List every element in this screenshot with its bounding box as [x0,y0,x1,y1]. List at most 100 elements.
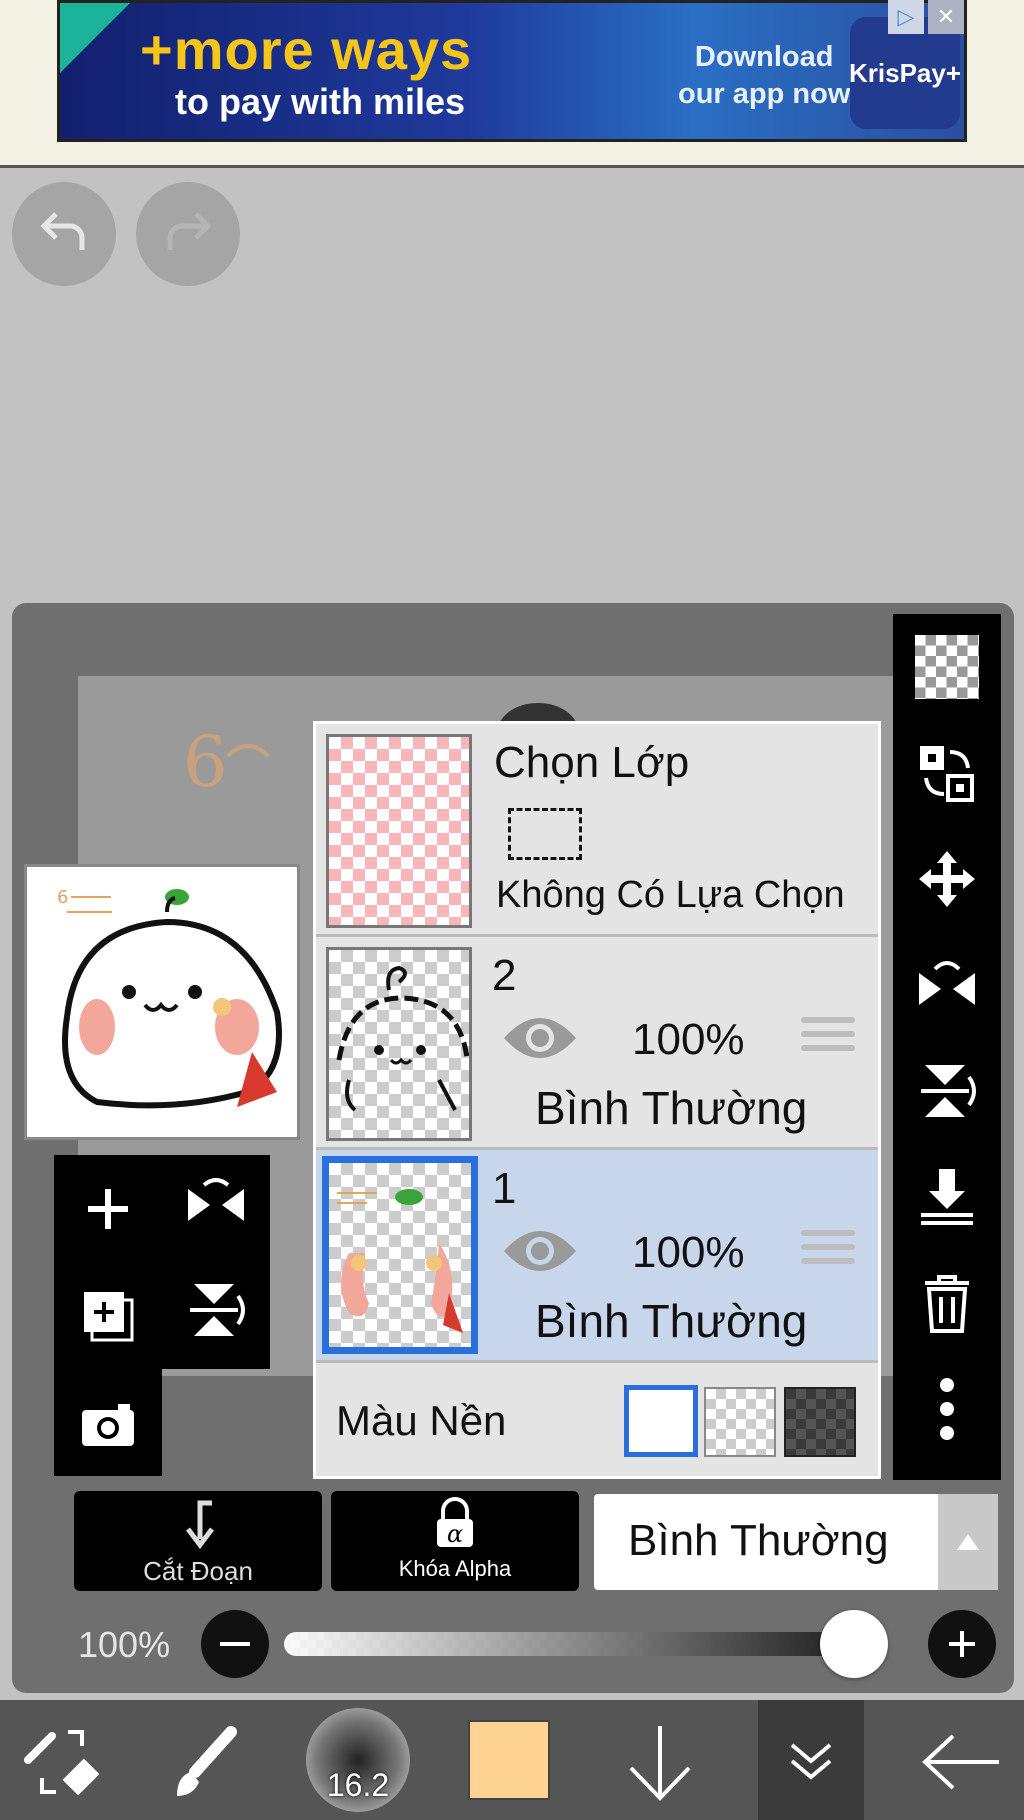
layer-row-selected[interactable]: 1 100% Bình Thường [316,1150,878,1360]
flip-horizontal-icon [188,1178,244,1221]
swap-layers-button[interactable] [893,720,1001,826]
tool-switch-button[interactable] [20,1720,104,1804]
plus-icon [949,1631,975,1657]
flip-tools-column [162,1155,270,1369]
flip-horizontal-layer-button[interactable] [893,932,1001,1038]
brush-eraser-swap-icon [24,1730,100,1796]
svg-text:α: α [447,1520,463,1548]
delete-layer-button[interactable] [893,1250,1001,1356]
brush-tool-button[interactable] [160,1720,250,1804]
ad-banner[interactable]: +more ways to pay with miles Download ou… [57,0,967,142]
merge-down-button[interactable] [893,1144,1001,1250]
layer-thumbnail [326,947,472,1141]
brush-icon [177,1726,237,1796]
clipping-label: Cắt Đoạn [143,1556,253,1586]
selection-layer-thumbnail [326,734,472,928]
more-options-button[interactable] [893,1356,1001,1462]
background-color-row: Màu Nền [316,1363,878,1476]
right-toolbar [893,614,1001,1480]
ad-info-icon[interactable]: ▷ [888,0,924,34]
arrow-left-icon [922,1734,999,1790]
triangle-up-icon [957,1534,979,1550]
alpha-lock-button[interactable]: α Khóa Alpha [331,1491,579,1591]
svg-text:6: 6 [57,887,68,908]
blend-mode-dropdown-button[interactable] [938,1494,998,1590]
double-chevron-down-icon [790,1743,832,1780]
camera-button[interactable] [54,1369,162,1476]
opacity-slider-thumb[interactable] [820,1610,888,1678]
background-white-option[interactable] [624,1385,698,1457]
move-icon [919,851,975,907]
eye-icon [504,1018,576,1058]
layer-name: 1 [492,1164,517,1213]
background-transparent-option[interactable] [704,1387,776,1457]
copy-layer-icon [84,1291,134,1341]
ad-headline: +more ways [140,18,473,81]
drag-handle-icon[interactable] [801,1017,855,1061]
alpha-lock-label: Khóa Alpha [398,1556,512,1581]
flip-vertical-button[interactable] [184,1280,248,1354]
layer-name: 2 [492,951,517,1000]
selection-marquee-icon [508,808,582,860]
opacity-increase-button[interactable] [928,1610,996,1678]
add-layer-copy-button[interactable] [54,1262,162,1369]
layer-opacity: 100% [632,1015,745,1064]
minus-icon [220,1642,250,1646]
move-button[interactable] [893,826,1001,932]
brush-size-value: 16.2 [326,1767,390,1803]
layer-blend-mode: Bình Thường [535,1082,808,1134]
ad-close-icon[interactable]: ✕ [928,0,964,34]
redo-button[interactable] [136,182,240,286]
opacity-value: 100% [78,1624,171,1665]
layer-row[interactable]: 2 100% Bình Thường [316,937,878,1147]
flip-vertical-icon [190,1284,245,1336]
color-swatch-button[interactable] [468,1720,550,1800]
background-dark-option[interactable] [784,1387,856,1457]
swap-icon [920,746,974,802]
merge-down-icon [921,1169,973,1225]
layer-opacity: 100% [632,1228,745,1277]
layer-thumbnail [322,1156,478,1354]
visibility-toggle[interactable] [502,1226,578,1281]
camera-icon [82,1403,134,1446]
layer-blend-mode: Bình Thường [535,1295,808,1347]
undo-icon [40,212,85,250]
trash-icon [925,1275,969,1333]
undo-button[interactable] [12,182,116,286]
back-button[interactable] [916,1720,1006,1804]
blend-mode-select[interactable]: Bình Thường [594,1494,998,1590]
transparency-button[interactable] [893,614,1001,720]
opacity-slider-track[interactable] [284,1632,888,1656]
eye-icon [504,1231,576,1271]
ad-bar: +more ways to pay with miles Download ou… [0,0,1024,168]
ad-download-text: Download our app now [678,41,851,110]
clipping-arrow-icon [186,1500,214,1550]
clipping-button[interactable]: Cắt Đoạn [74,1491,322,1591]
visibility-toggle[interactable] [502,1013,578,1068]
selection-layer-row[interactable]: Chọn Lớp Không Có Lựa Chọn [316,724,878,934]
layer-down-button[interactable] [618,1720,702,1804]
checkerboard-icon [915,635,979,699]
add-layer-button[interactable] [54,1155,162,1262]
canvas-thumbnail[interactable]: 6 [24,864,300,1140]
flip-horizontal-button[interactable] [184,1175,248,1249]
selection-layer-title: Chọn Lớp [494,738,690,787]
flip-vertical-icon [921,1065,976,1117]
flip-vertical-layer-button[interactable] [893,1038,1001,1144]
drag-handle-icon[interactable] [801,1230,855,1274]
left-tools [54,1155,270,1477]
plus-icon [88,1188,128,1229]
opacity-decrease-button[interactable] [201,1610,269,1678]
selection-status: Không Có Lựa Chọn [496,874,845,916]
flip-horizontal-icon [919,961,975,1005]
alpha-lock-icon: α [437,1497,473,1548]
brush-size-button[interactable]: 16.2 [306,1708,410,1812]
bottom-toolbar: 16.2 [0,1700,1024,1820]
layers-button[interactable] [758,1700,864,1820]
layer-list: Chọn Lớp Không Có Lựa Chọn 2 100% Bình T… [313,721,881,1479]
redo-icon [167,212,212,250]
more-vertical-icon [940,1378,954,1440]
arrow-down-icon [629,1726,691,1801]
ad-subline: to pay with miles [175,81,466,122]
svg-text:6: 6 [183,721,228,803]
